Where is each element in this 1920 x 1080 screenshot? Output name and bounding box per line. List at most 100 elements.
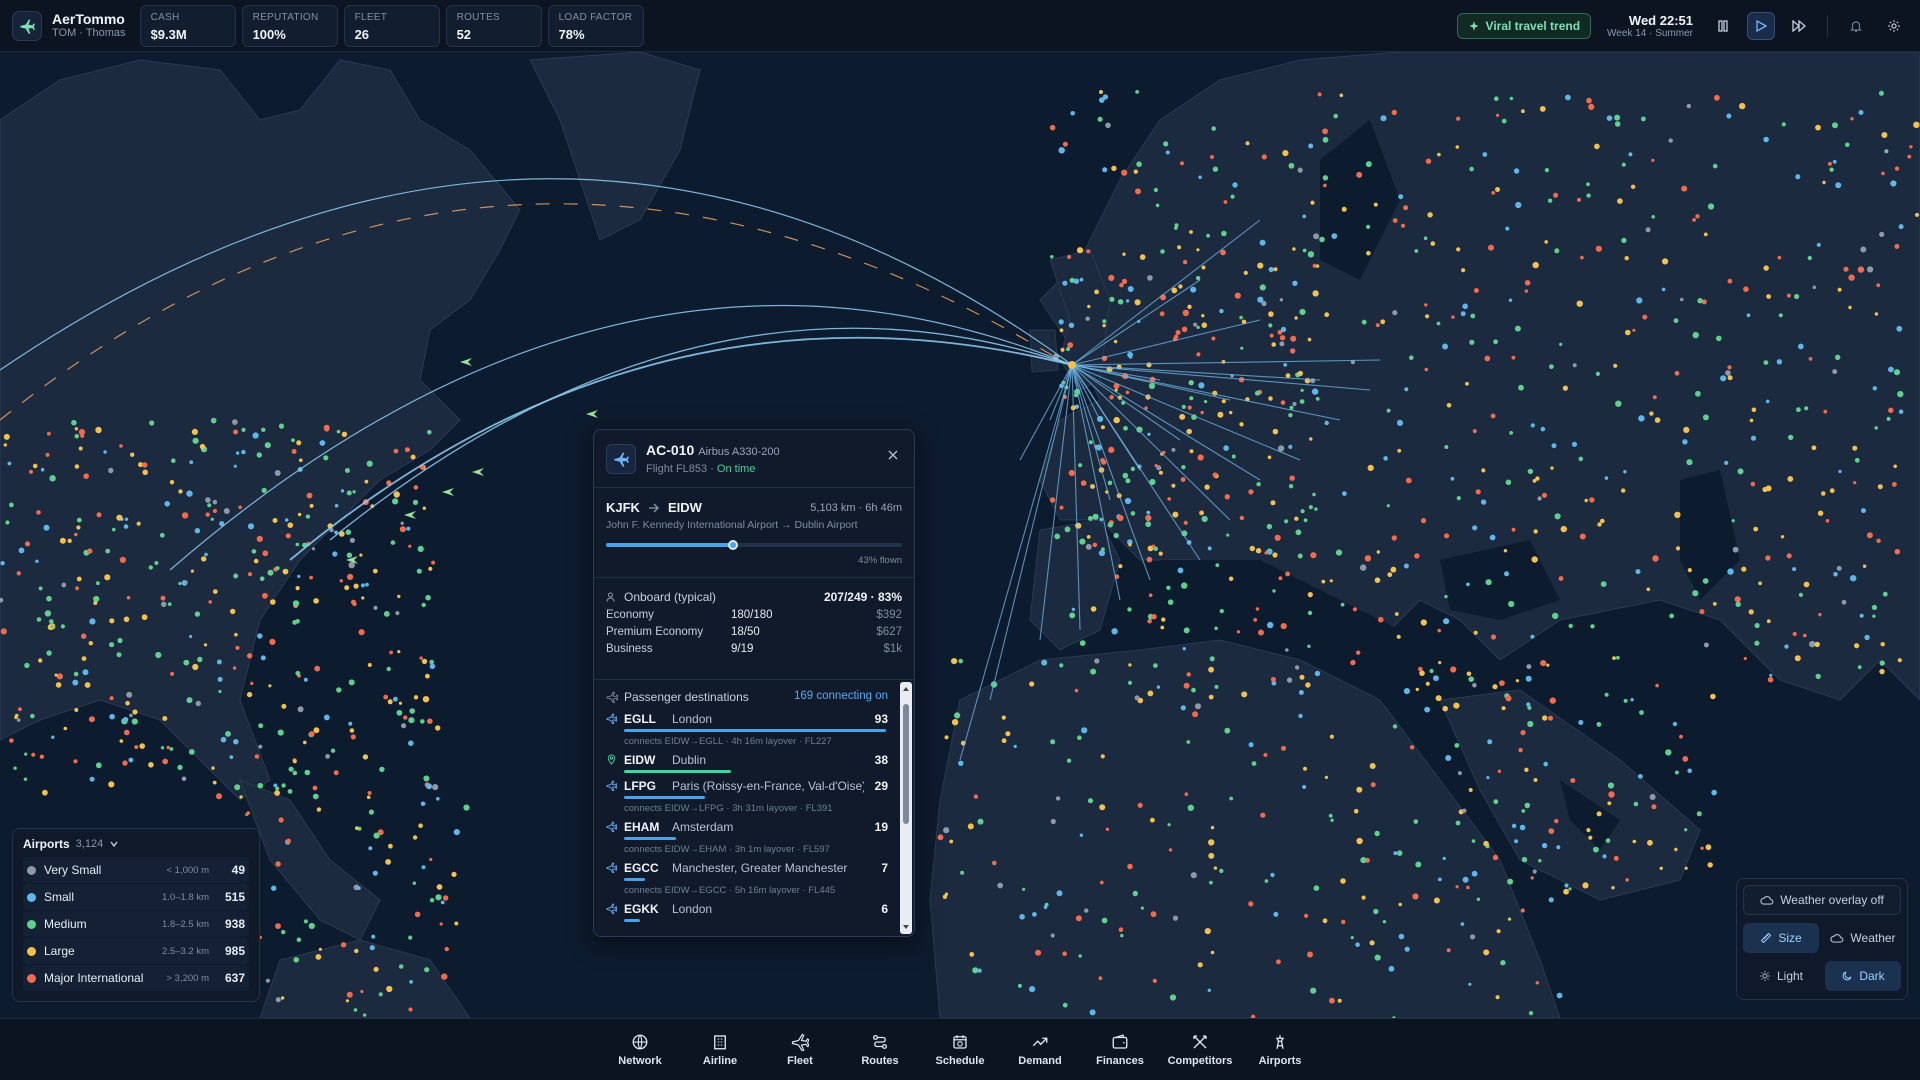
airport-dot[interactable] [1086,535,1091,539]
airport-dot[interactable] [1068,322,1075,328]
airport-dot[interactable] [397,650,401,654]
airport-dot[interactable] [1147,432,1151,436]
airport-dot[interactable] [1391,109,1398,116]
airport-dot[interactable] [1196,248,1200,252]
airport-dot[interactable] [1197,962,1203,968]
airport-dot[interactable] [1874,426,1878,430]
airport-dot[interactable] [1777,255,1782,260]
airport-dot[interactable] [1401,223,1405,228]
airport-dot[interactable] [238,505,242,510]
airport-dot[interactable] [431,560,436,565]
airport-dot[interactable] [1282,150,1289,157]
airport-dot[interactable] [1511,527,1516,532]
airport-dot[interactable] [352,490,356,494]
airport-dot[interactable] [1433,675,1439,682]
airport-dot[interactable] [1860,246,1867,253]
airport-dot[interactable] [1087,798,1094,804]
airport-dot[interactable] [268,684,272,688]
airport-dot[interactable] [125,700,130,706]
airport-dot[interactable] [75,586,79,591]
airport-dot[interactable] [429,659,435,665]
airport-dot[interactable] [1111,165,1117,171]
airport-dot[interactable] [295,670,301,676]
airport-dot[interactable] [1099,804,1106,811]
airport-dot[interactable] [1155,203,1160,208]
airport-dot[interactable] [1492,854,1499,861]
airport-dot[interactable] [1190,286,1197,293]
airport-dot[interactable] [271,885,277,891]
airport-dot[interactable] [1476,897,1481,901]
airport-dot[interactable] [1398,194,1404,200]
airport-dot[interactable] [1337,998,1342,1003]
airport-dot[interactable] [1310,552,1317,559]
airport-dot[interactable] [1696,811,1702,817]
airport-dot[interactable] [399,526,406,533]
airport-dot[interactable] [1388,965,1395,972]
airport-dot[interactable] [1682,439,1688,445]
airport-dot[interactable] [59,537,66,544]
airport-dot[interactable] [1766,294,1771,299]
airport-dot[interactable] [1193,322,1198,327]
airport-dot[interactable] [1329,734,1334,739]
airport-dot[interactable] [1130,466,1136,472]
airport-dot[interactable] [429,857,433,862]
airport-dot[interactable] [1041,659,1048,666]
airport-dot[interactable] [1392,218,1398,224]
airport-dot[interactable] [1507,917,1512,921]
airport-dot[interactable] [1835,354,1841,360]
airport-dot[interactable] [318,947,322,951]
airport-dot[interactable] [1639,710,1644,715]
airport-dot[interactable] [38,586,43,591]
stat-fleet[interactable]: FLEET 26 [343,4,440,47]
airport-dot[interactable] [123,616,130,623]
airport-dot[interactable] [1211,126,1216,131]
airport-dot[interactable] [420,719,425,724]
airport-dot[interactable] [189,460,194,465]
stat-reputation[interactable]: REPUTATION 100% [241,4,338,47]
airport-dot[interactable] [1075,915,1082,922]
airport-dot[interactable] [1524,289,1529,293]
airport-dot[interactable] [296,440,302,446]
airport-dot[interactable] [1079,538,1086,545]
airport-dot[interactable] [183,659,190,666]
airport-dot[interactable] [308,731,315,737]
airport-dot[interactable] [355,826,359,830]
airport-dot[interactable] [1268,311,1274,317]
airport-dot[interactable] [1444,594,1448,599]
airport-dot[interactable] [1509,431,1513,435]
airport-dot[interactable] [74,708,79,712]
airport-dot[interactable] [1514,325,1521,332]
airport-dot[interactable] [1120,933,1124,938]
airport-dot[interactable] [1892,482,1897,487]
airport-dot[interactable] [1201,322,1208,329]
airport-dot[interactable] [178,489,183,494]
airport-dot[interactable] [408,544,412,548]
airport-dot[interactable] [1179,161,1185,166]
airport-dot[interactable] [1373,202,1378,207]
airport-dot[interactable] [1866,532,1873,539]
airport-dot[interactable] [1256,482,1261,487]
airport-dot[interactable] [409,980,413,984]
airport-dot[interactable] [1483,840,1489,847]
airport-dot[interactable] [164,501,170,507]
airport-dot[interactable] [1187,804,1195,811]
airport-dot[interactable] [309,503,314,508]
airport-dot[interactable] [416,568,422,574]
airport-dot[interactable] [1283,363,1288,367]
airport-dot[interactable] [1684,828,1688,832]
airport-dot[interactable] [1290,348,1296,354]
airport-dot[interactable] [1217,411,1224,418]
airport-dot[interactable] [46,650,52,656]
airport-dot[interactable] [1665,749,1672,756]
airport-dot[interactable] [1589,497,1595,503]
airport-dot[interactable] [1488,244,1494,251]
airport-dot[interactable] [1450,666,1457,673]
airport-dot[interactable] [1471,839,1476,843]
airport-dot[interactable] [1462,876,1469,883]
airport-dot[interactable] [1751,407,1757,413]
airport-dot[interactable] [1269,333,1274,338]
airport-dot[interactable] [1369,940,1375,946]
airport-dot[interactable] [1221,230,1227,237]
airport-dot[interactable] [1403,563,1409,569]
airport-dot[interactable] [419,656,423,660]
